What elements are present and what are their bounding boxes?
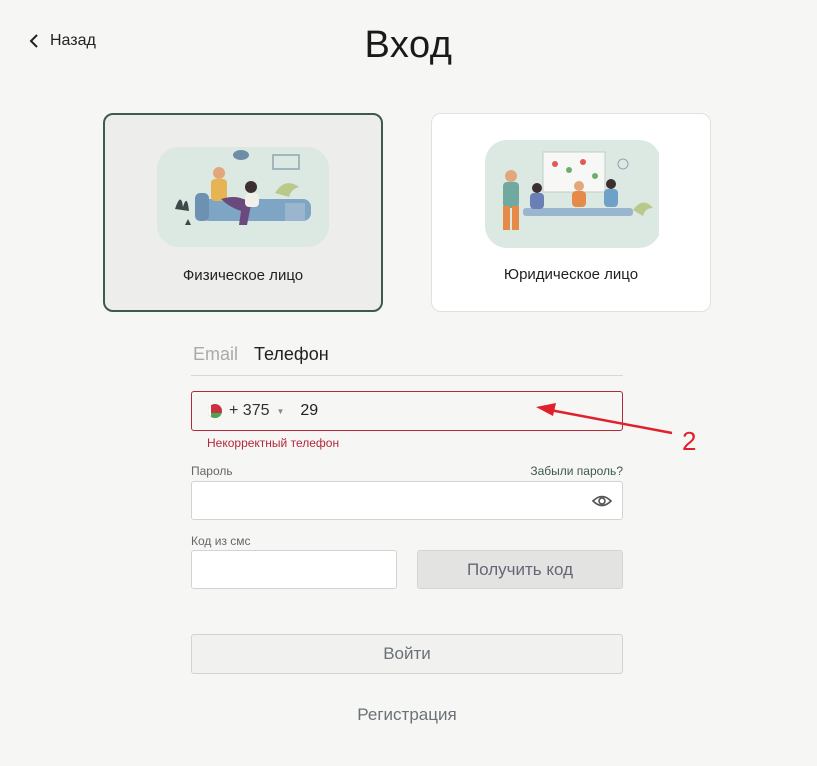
- phone-input[interactable]: [300, 402, 561, 420]
- page-title: Вход: [364, 24, 453, 66]
- caret-down-icon: ▼: [276, 406, 285, 416]
- card-individual-label: Физическое лицо: [182, 267, 304, 284]
- tab-email[interactable]: Email: [191, 340, 238, 375]
- country-code: + 375: [229, 402, 270, 419]
- sms-code-label: Код из смс: [191, 534, 251, 548]
- country-code-selector[interactable]: + 375 ▼: [208, 402, 284, 420]
- individual-illustration-icon: [157, 147, 329, 247]
- legal-entity-illustration-icon: [485, 140, 659, 248]
- card-legal-entity-label: Юридическое лицо: [503, 266, 639, 283]
- get-code-button[interactable]: Получить код: [417, 550, 623, 589]
- tab-phone[interactable]: Телефон: [252, 340, 329, 375]
- sms-code-input[interactable]: [191, 550, 397, 589]
- password-label: Пароль: [191, 464, 233, 478]
- card-individual[interactable]: Физическое лицо: [103, 113, 383, 312]
- password-input[interactable]: [191, 481, 623, 520]
- login-method-tabs: Email Телефон: [191, 340, 623, 376]
- phone-field: + 375 ▼: [191, 391, 623, 431]
- eye-icon[interactable]: [592, 493, 612, 509]
- phone-error-message: Некорректный телефон: [207, 436, 340, 450]
- register-link[interactable]: Регистрация: [191, 705, 623, 725]
- annotation-number: 2: [682, 426, 697, 456]
- login-button[interactable]: Войти: [191, 634, 623, 674]
- belarus-flag-icon: [208, 404, 222, 418]
- card-legal-entity[interactable]: Юридическое лицо: [431, 113, 711, 312]
- forgot-password-link[interactable]: Забыли пароль?: [530, 464, 623, 478]
